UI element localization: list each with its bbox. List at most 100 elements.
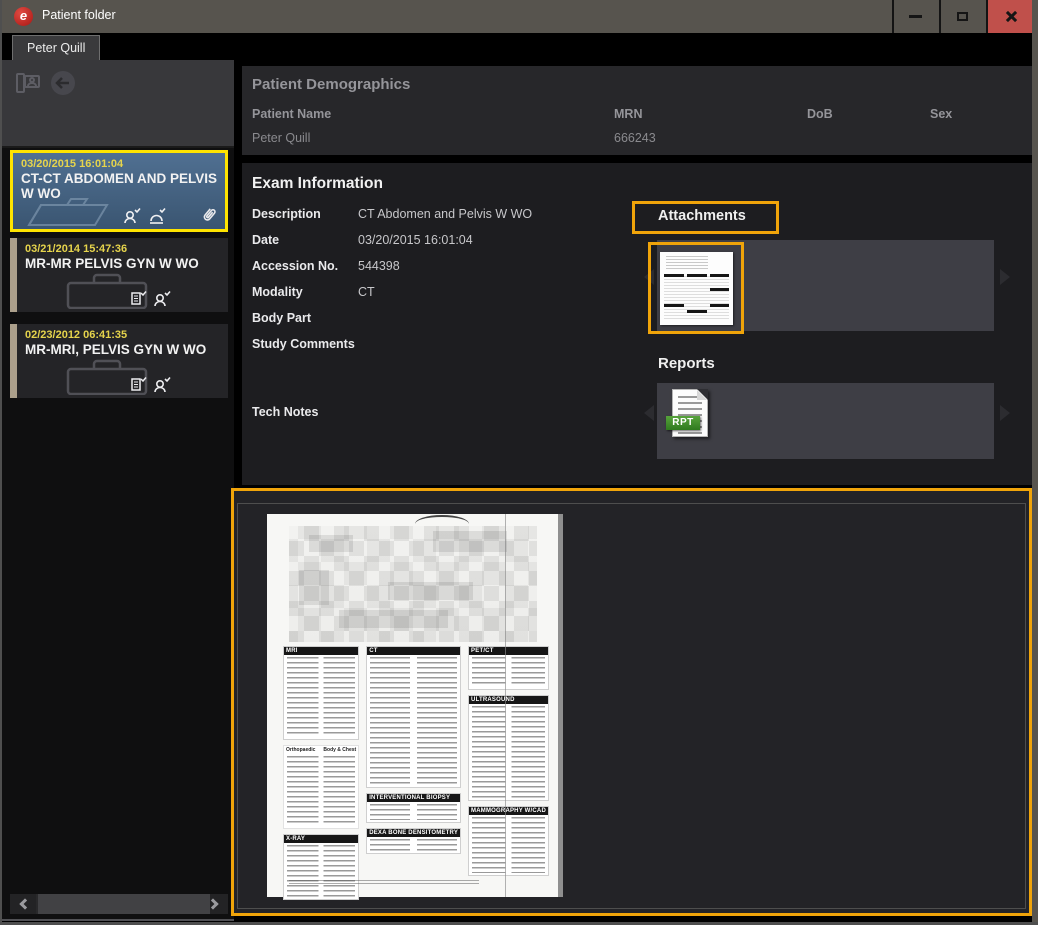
tab-bar: Peter Quill (2, 33, 1038, 60)
timeline-scrollbar[interactable] (10, 894, 228, 914)
section-header: ULTRASOUND (469, 696, 548, 704)
form-section-petct: PET/CT (468, 646, 549, 690)
exam-row: DescriptionCT Abdomen and Pelvis W WO (252, 207, 632, 233)
form-section-biopsy: INTERVENTIONAL BIOPSY (366, 793, 461, 823)
study-item-mri-pelvis-2012[interactable]: 02/23/2012 06:41:35 MR-MRI, PELVIS GYN W… (10, 324, 228, 398)
thumb-bar (664, 274, 684, 277)
back-button[interactable] (49, 69, 77, 97)
section-body (472, 657, 545, 687)
redacted-patient-info (289, 526, 537, 642)
thumb-bar (710, 304, 729, 307)
report-check-icon (130, 376, 147, 393)
paperclip-icon (197, 203, 221, 227)
report-check-icon (130, 290, 147, 307)
section-header: MRI (284, 647, 358, 655)
study-date: 02/23/2012 06:41:35 (25, 329, 228, 341)
thumb-bar (710, 288, 729, 291)
open-folder-icon (27, 193, 119, 227)
page-fold-line (505, 514, 506, 897)
title-bar: e Patient folder (2, 0, 1038, 33)
form-section-mri: MRI (283, 646, 359, 740)
scanned-order-form: MRI Orthopaedic Body & Chest X-RAY (267, 514, 563, 897)
window-right-border (1032, 0, 1038, 922)
section-header: MAMMOGRAPHY W/CAD (469, 807, 548, 815)
patient-record-icon[interactable] (14, 69, 42, 97)
header-patient-name: Patient Name (252, 107, 331, 121)
reports-prev-icon[interactable] (644, 405, 654, 421)
approved-person-icon (153, 290, 172, 307)
exam-info-title: Exam Information (252, 175, 383, 193)
reports-title: Reports (658, 355, 715, 372)
thumb-bar (664, 304, 684, 307)
chevron-left-icon (19, 898, 30, 909)
section-body (472, 817, 545, 873)
section-body (472, 706, 545, 798)
minimize-icon (909, 15, 922, 18)
form-section-dexa: DEXA BONE DENSITOMETRY (366, 828, 461, 854)
exam-fields: DescriptionCT Abdomen and Pelvis W WO Da… (252, 207, 632, 431)
close-button[interactable] (986, 0, 1032, 33)
form-section-ultrasound: ULTRASOUND (468, 695, 549, 801)
maximize-button[interactable] (939, 0, 984, 33)
study-title: MR-MR PELVIS GYN W WO (25, 256, 222, 271)
form-section-mammography: MAMMOGRAPHY W/CAD (468, 806, 549, 876)
maximize-icon (957, 12, 968, 21)
section-body (287, 845, 355, 897)
study-item-mr-pelvis-2014[interactable]: 03/21/2014 15:47:36 MR-MR PELVIS GYN W W… (10, 238, 228, 312)
scan-mark (415, 515, 469, 525)
field-value (358, 405, 632, 431)
section-body (370, 804, 457, 820)
thumb-bar (687, 274, 707, 277)
field-value (358, 311, 632, 337)
attachment-preview-panel: MRI Orthopaedic Body & Chest X-RAY (231, 488, 1032, 916)
reports-next-icon[interactable] (1000, 405, 1010, 421)
attachments-title: Attachments (658, 208, 746, 224)
form-footnote (289, 880, 479, 886)
study-title: MR-MRI, PELVIS GYN W WO (25, 342, 222, 357)
exam-information-panel: Exam Information DescriptionCT Abdomen a… (242, 163, 1032, 485)
scroll-left-button[interactable] (10, 894, 36, 914)
sidebar-toolbar (2, 60, 234, 148)
study-timeline-sidebar: 03/20/2015 16:01:04 CT-CT ABDOMEN AND PE… (2, 60, 234, 921)
exam-row: Date03/20/2015 16:01:04 (252, 233, 632, 259)
thumb-bar (710, 274, 729, 277)
attachments-next-icon[interactable] (1000, 269, 1010, 285)
report-doc-fold (697, 390, 707, 400)
value-patient-name: Peter Quill (252, 131, 310, 145)
form-section-xray: X-RAY (283, 834, 359, 900)
section-header: INTERVENTIONAL BIOPSY (367, 794, 460, 802)
patient-demographics-panel: Patient Demographics Patient Name MRN Do… (242, 66, 1032, 155)
thumb-bar (687, 310, 707, 313)
section-body (370, 657, 457, 785)
field-label: Study Comments (252, 337, 358, 383)
scrollbar-track[interactable] (36, 894, 202, 914)
study-item-ct-abdomen[interactable]: 03/20/2015 16:01:04 CT-CT ABDOMEN AND PE… (10, 150, 228, 232)
section-header: PET/CT (469, 647, 548, 655)
field-label: Body Part (252, 311, 358, 337)
header-sex: Sex (930, 107, 952, 121)
study-date: 03/21/2014 15:47:36 (25, 243, 228, 255)
field-value (358, 337, 632, 383)
header-mrn: MRN (614, 107, 642, 121)
subsection-label: Orthopaedic (286, 747, 315, 753)
section-header: CT (367, 647, 460, 655)
form-columns: MRI Orthopaedic Body & Chest X-RAY (283, 646, 549, 882)
section-header: DEXA BONE DENSITOMETRY (367, 829, 460, 837)
value-mrn: 666243 (614, 131, 656, 145)
patient-folder-window: e Patient folder Peter Quill (0, 0, 1038, 925)
rpt-badge: RPT (666, 416, 700, 430)
preview-viewport[interactable]: MRI Orthopaedic Body & Chest X-RAY (237, 503, 1026, 909)
minimize-button[interactable] (892, 0, 937, 33)
study-date: 03/20/2015 16:01:04 (21, 158, 225, 170)
field-value: CT (358, 285, 632, 311)
approved-person-icon (123, 207, 142, 224)
tab-patient[interactable]: Peter Quill (12, 35, 100, 60)
report-item[interactable]: RPT (666, 389, 712, 443)
attachment-thumbnail[interactable] (660, 252, 733, 325)
header-dob: DoB (807, 107, 833, 121)
section-body (370, 839, 457, 851)
scrollbar-thumb[interactable] (38, 894, 210, 914)
section-header: X-RAY (284, 835, 358, 843)
field-label: Tech Notes (252, 405, 358, 431)
field-value: 544398 (358, 259, 632, 285)
